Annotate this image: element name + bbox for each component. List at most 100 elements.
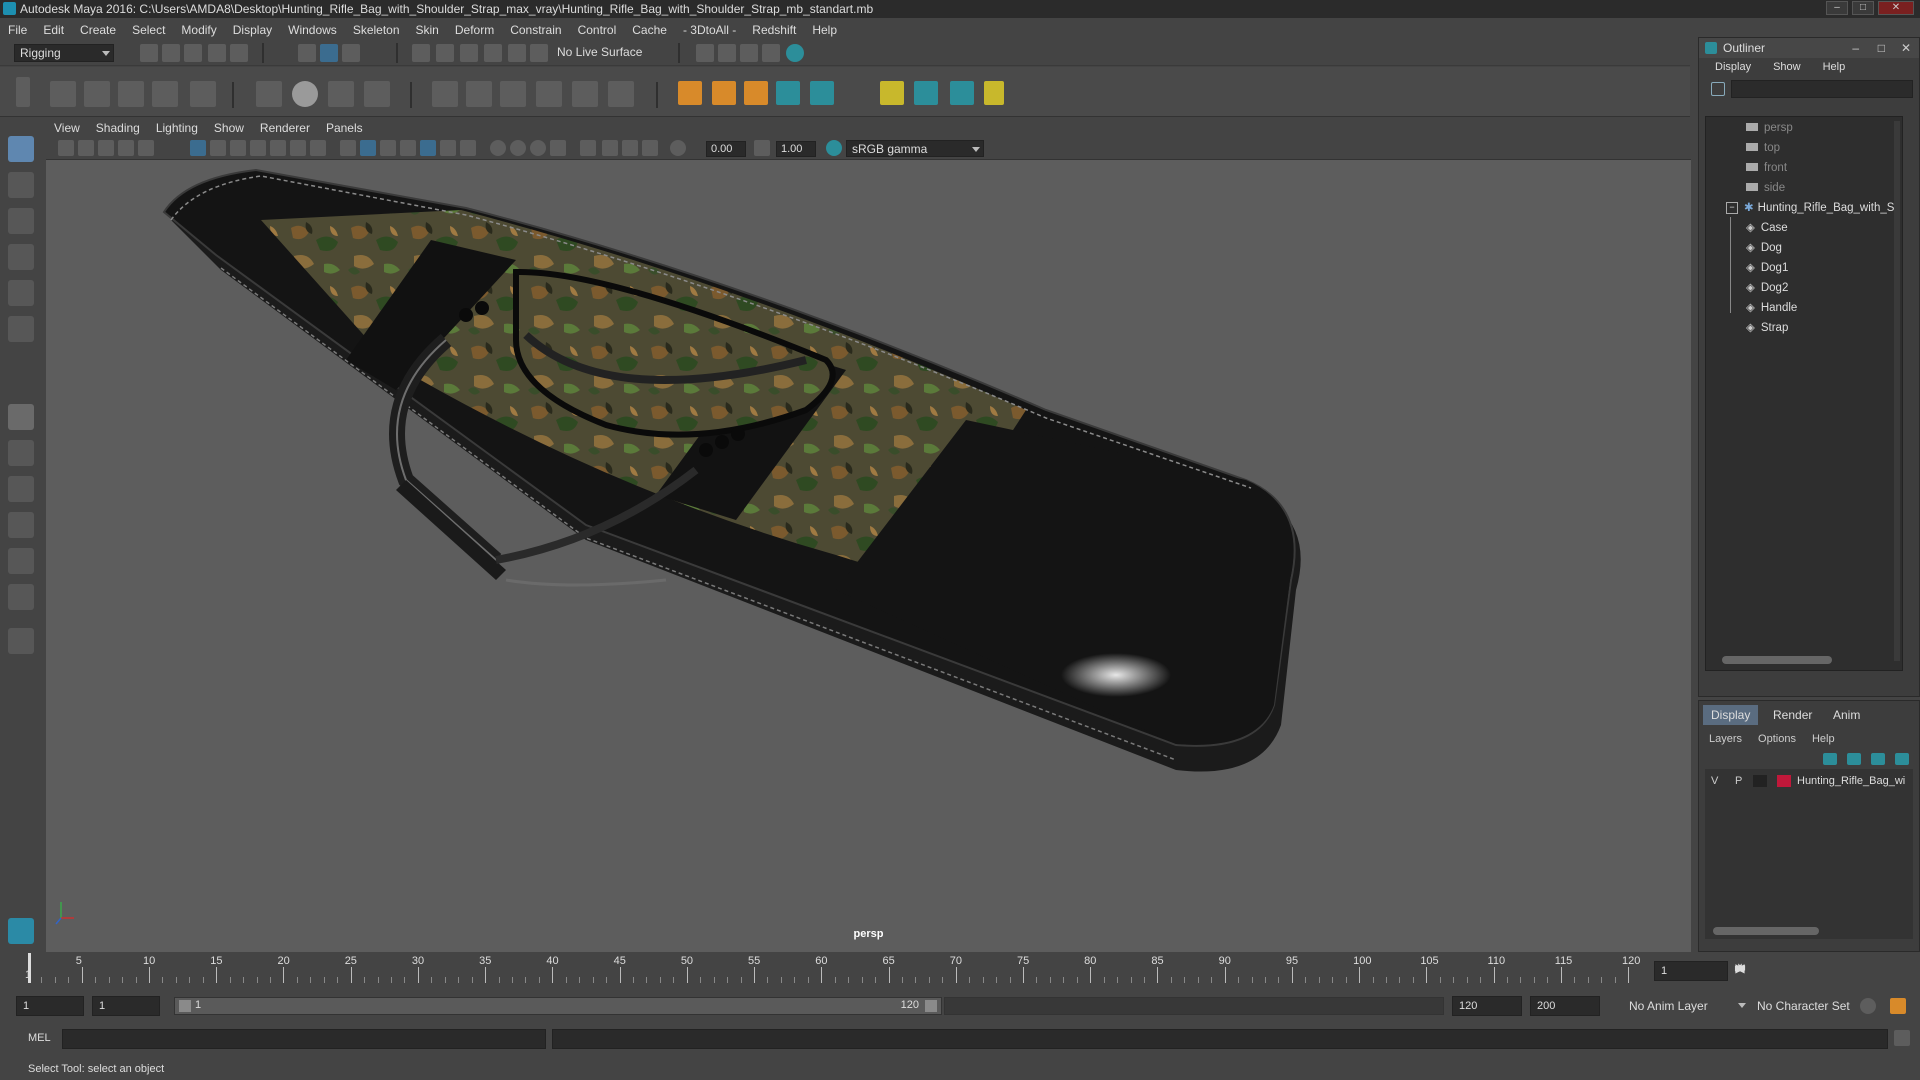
viewport-menu-renderer[interactable]: Renderer (260, 121, 310, 135)
outliner-layout-icon[interactable] (8, 512, 34, 538)
command-input[interactable] (62, 1029, 546, 1049)
new-empty-layer-icon[interactable] (1871, 753, 1885, 765)
perspective-viewport[interactable]: persp (46, 160, 1691, 952)
outliner-search-input[interactable] (1731, 80, 1913, 98)
xray-joints-icon[interactable] (622, 140, 638, 156)
collapse-icon[interactable]: − (1726, 201, 1738, 214)
textured-icon[interactable] (420, 140, 436, 156)
exposure-field[interactable]: 0.00 (706, 141, 746, 157)
layer-menu-options[interactable]: Options (1758, 733, 1796, 745)
layer-scrollbar[interactable] (1713, 927, 1819, 935)
snap-point-icon[interactable] (460, 44, 478, 62)
layer-menu-help[interactable]: Help (1812, 733, 1835, 745)
move-tool-icon[interactable] (8, 244, 34, 270)
pole-vector-icon[interactable] (608, 81, 634, 107)
current-frame-field[interactable]: 1 (1654, 961, 1728, 981)
layer-type-toggle[interactable] (1753, 775, 1767, 787)
menu-constrain[interactable]: Constrain (510, 23, 561, 37)
shadows-icon[interactable] (460, 140, 476, 156)
viewport-menu-show[interactable]: Show (214, 121, 244, 135)
menu-control[interactable]: Control (578, 23, 617, 37)
xray-components-icon[interactable] (642, 140, 658, 156)
scale-tool-icon[interactable] (8, 316, 34, 342)
select-object-icon[interactable] (320, 44, 338, 62)
locator-icon[interactable] (678, 81, 702, 105)
grid-toggle-icon[interactable] (190, 140, 206, 156)
script-editor-icon[interactable] (1894, 1030, 1910, 1046)
tree-item-strap[interactable]: ◈ Strap (1746, 319, 1788, 337)
grease-pencil-icon[interactable] (138, 140, 154, 156)
menu-create[interactable]: Create (80, 23, 116, 37)
safe-title-icon[interactable] (310, 140, 326, 156)
cluster-icon[interactable] (364, 81, 390, 107)
color-management-icon[interactable] (826, 140, 842, 156)
menu-modify[interactable]: Modify (181, 23, 216, 37)
tree-item-dog1[interactable]: ◈ Dog1 (1746, 259, 1788, 277)
undo-icon[interactable] (208, 44, 226, 62)
orient-constraint-icon[interactable] (500, 81, 526, 107)
outliner-horizontal-scrollbar[interactable] (1722, 656, 1832, 664)
wireframe-icon[interactable] (340, 140, 356, 156)
gate-mask-icon[interactable] (250, 140, 266, 156)
anim-end-field[interactable]: 200 (1530, 996, 1600, 1016)
quick-rig-icon[interactable] (190, 81, 216, 107)
close-outliner-button[interactable]: ✕ (1901, 38, 1911, 58)
tree-item-side[interactable]: side (1746, 179, 1785, 197)
shelf-menu-icon[interactable] (16, 77, 30, 107)
tree-item-handle[interactable]: ◈ Handle (1746, 299, 1797, 317)
hik-icon[interactable] (950, 81, 974, 105)
tab-render[interactable]: Render (1765, 705, 1820, 725)
tree-item-front[interactable]: front (1746, 159, 1787, 177)
image-plane-icon[interactable] (118, 140, 134, 156)
render-settings-icon[interactable] (740, 44, 758, 62)
viewport-menu-shading[interactable]: Shading (96, 121, 140, 135)
character-set-dropdown[interactable]: No Character Set (1752, 997, 1860, 1017)
maximize-outliner-button[interactable]: □ (1878, 38, 1885, 58)
ipr-render-icon[interactable] (718, 44, 736, 62)
isolate-select-icon[interactable] (580, 140, 596, 156)
snap-view-plane-icon[interactable] (484, 44, 502, 62)
gamma-field[interactable]: 1.00 (776, 141, 816, 157)
mirror-joint-icon[interactable] (118, 81, 144, 107)
live-surface-field[interactable]: No Live Surface (552, 44, 644, 62)
snap-grid-icon[interactable] (412, 44, 430, 62)
menu-file[interactable]: File (8, 23, 27, 37)
maya-tool-icon[interactable] (776, 81, 800, 105)
move-layer-down-icon[interactable] (1847, 753, 1861, 765)
smooth-shade-icon[interactable] (360, 140, 376, 156)
field-chart-icon[interactable] (270, 140, 286, 156)
menu-set-dropdown[interactable]: Rigging (14, 44, 114, 62)
menu-deform[interactable]: Deform (455, 23, 494, 37)
tree-item-top[interactable]: top (1746, 139, 1780, 157)
menu-skin[interactable]: Skin (416, 23, 439, 37)
history-icon[interactable] (530, 44, 548, 62)
make-live-icon[interactable] (508, 44, 526, 62)
redo-icon[interactable] (230, 44, 248, 62)
motion-blur-icon[interactable] (510, 140, 526, 156)
select-hierarchy-icon[interactable] (298, 44, 316, 62)
graph-layout-icon[interactable] (8, 548, 34, 574)
range-end-handle[interactable] (925, 1000, 937, 1012)
viewport-menu-lighting[interactable]: Lighting (156, 121, 198, 135)
shaded-wireframe-icon[interactable] (400, 140, 416, 156)
maximize-button[interactable]: □ (1852, 1, 1874, 15)
open-scene-icon[interactable] (162, 44, 180, 62)
menu-display[interactable]: Display (233, 23, 272, 37)
render-frame-icon[interactable] (696, 44, 714, 62)
bookmark-icon[interactable] (98, 140, 114, 156)
layer-playback-toggle[interactable]: P (1735, 771, 1742, 791)
command-language-label[interactable]: MEL (28, 1032, 51, 1044)
camera-attributes-icon[interactable] (78, 140, 94, 156)
viewport-menu-view[interactable]: View (54, 121, 80, 135)
time-ruler[interactable]: 5 10 15 20 25 30 35 40 45 50 55 60 65 70 75 80 85 90 95 100… (28, 953, 1648, 983)
paint-tool-icon[interactable] (914, 81, 938, 105)
parent-constraint-icon[interactable] (432, 81, 458, 107)
outliner-menu-display[interactable]: Display (1715, 61, 1751, 73)
refresh-icon[interactable] (1711, 82, 1725, 96)
tree-item-persp[interactable]: persp (1746, 119, 1793, 137)
single-view-layout-icon[interactable] (8, 404, 34, 430)
blend-shape-icon[interactable] (880, 81, 904, 105)
outliner-menu-show[interactable]: Show (1773, 61, 1801, 73)
tree-item-dog2[interactable]: ◈ Dog2 (1746, 279, 1788, 297)
tree-item-dog[interactable]: ◈ Dog (1746, 239, 1782, 257)
